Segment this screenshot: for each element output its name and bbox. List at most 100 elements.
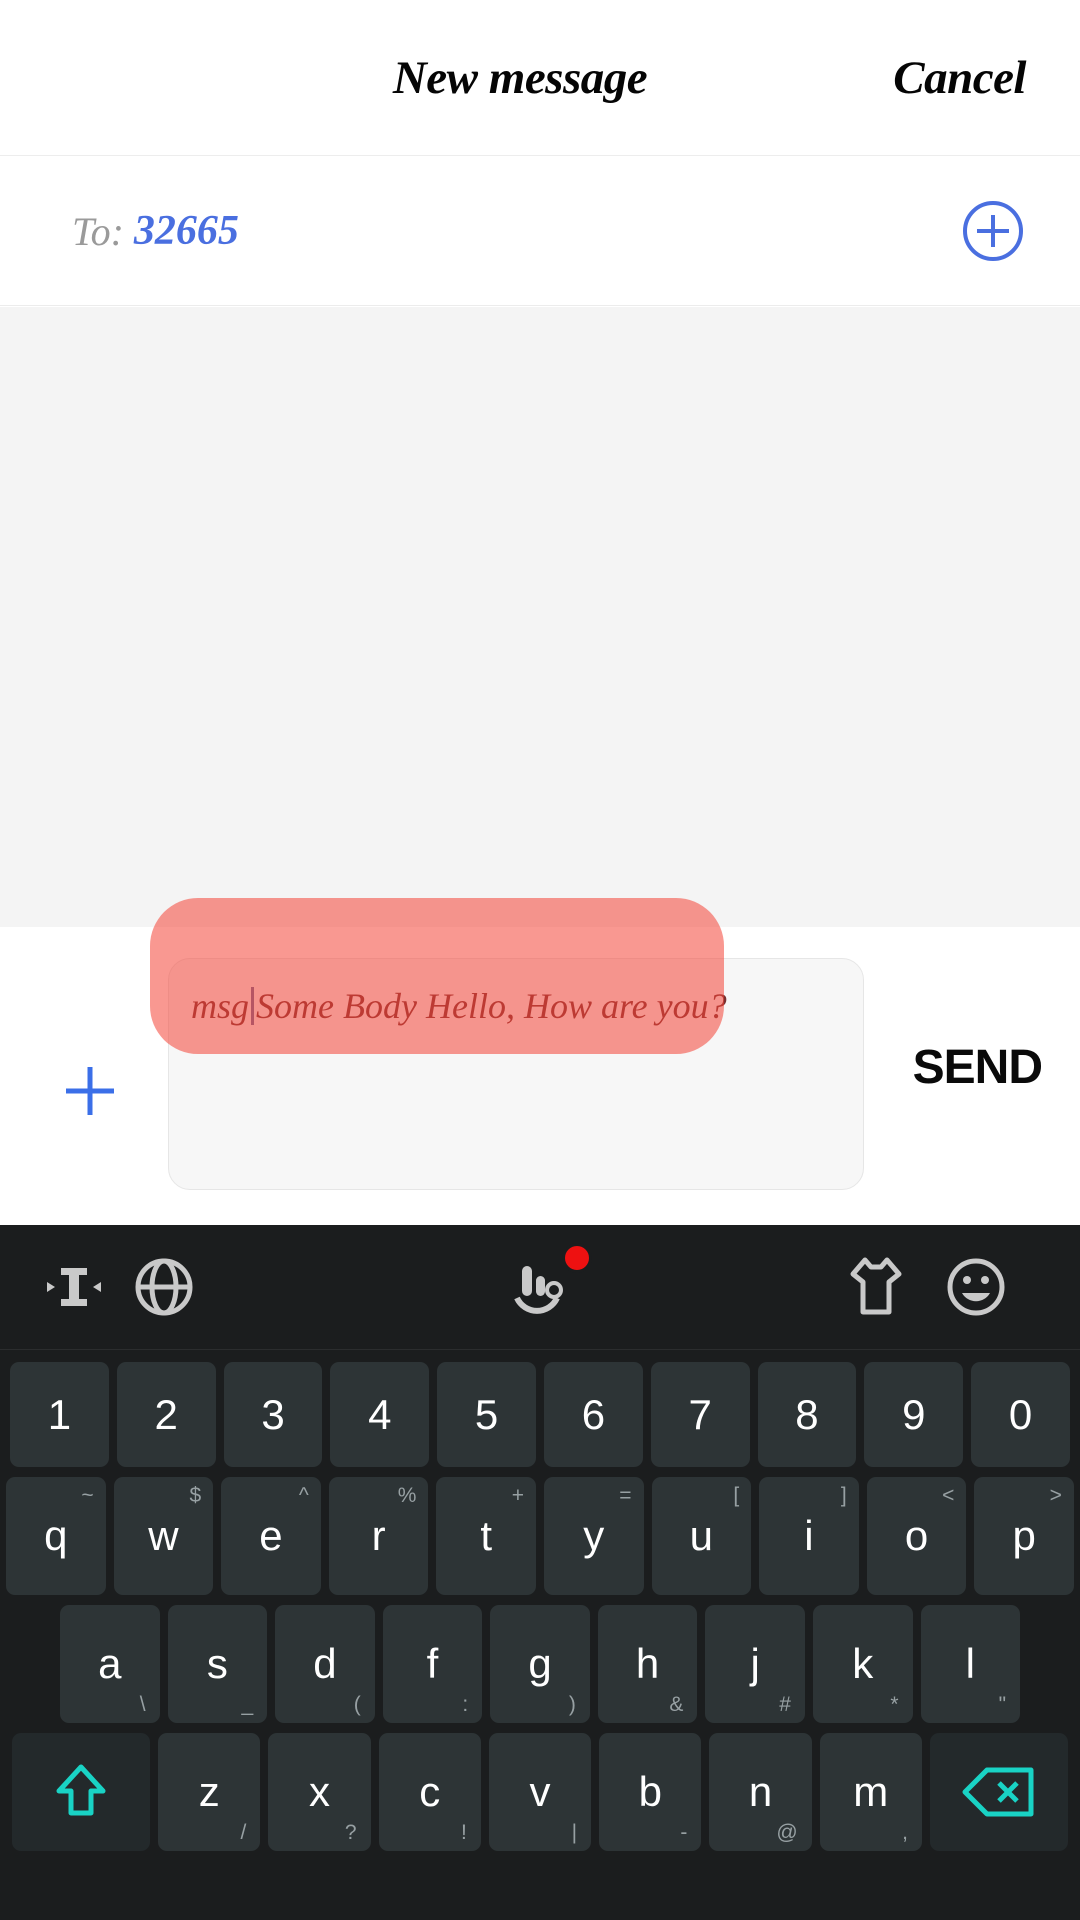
cursor-move-icon[interactable] — [36, 1249, 112, 1325]
send-button[interactable]: SEND — [913, 1040, 1043, 1095]
key-n[interactable]: n @ — [709, 1733, 812, 1851]
key-m[interactable]: m, — [819, 1733, 922, 1851]
key-secondary-label: ) — [568, 1693, 576, 1716]
key-label: s — [206, 1640, 228, 1687]
key-d[interactable]: d( — [275, 1605, 375, 1723]
key-secondary-label: % — [397, 1484, 417, 1507]
key-secondary-label: | — [571, 1821, 578, 1844]
key-label: n — [748, 1768, 773, 1815]
plus-icon[interactable] — [56, 1057, 124, 1125]
key-o[interactable]: o < — [866, 1477, 967, 1595]
key-6[interactable]: 6 — [543, 1362, 643, 1467]
key-label: v — [529, 1768, 551, 1815]
key-x[interactable]: x? — [268, 1733, 371, 1851]
key-label: a — [98, 1640, 122, 1687]
key-5[interactable]: 5 — [437, 1362, 536, 1467]
key-1[interactable]: 1 — [10, 1362, 109, 1467]
cancel-button[interactable]: Cancel — [893, 0, 1026, 155]
key-label: 4 — [368, 1390, 392, 1438]
key-i[interactable]: i] — [759, 1477, 859, 1595]
notification-badge — [562, 1243, 592, 1273]
recipient-row: To: 32665 — [0, 156, 1080, 306]
keyboard-row-numbers: 1 2 3 4 5 6 7 8 9 0 — [0, 1362, 1080, 1467]
key-e[interactable]: e ^ — [221, 1477, 321, 1595]
key-label: 7 — [688, 1390, 712, 1438]
key-a[interactable]: a \ — [60, 1605, 160, 1723]
key-label: m — [853, 1768, 889, 1815]
shift-arrow-icon[interactable] — [12, 1733, 151, 1851]
key-secondary-label: ? — [344, 1821, 357, 1844]
key-label: j — [750, 1640, 760, 1687]
key-secondary-label: * — [890, 1693, 899, 1716]
key-secondary-label: ^ — [298, 1484, 309, 1507]
emoji-icon[interactable] — [938, 1249, 1014, 1325]
key-secondary-label: ( — [353, 1693, 361, 1716]
key-label: 2 — [154, 1390, 178, 1438]
to-label: To: — [72, 208, 124, 254]
key-4[interactable]: 4 — [330, 1362, 430, 1467]
key-label: b — [638, 1768, 662, 1815]
key-r[interactable]: r% — [328, 1477, 429, 1595]
key-label: o — [904, 1512, 929, 1559]
keyboard-row-top: q ~ w $ e ^ r% t + y = u[i] o < p > — [0, 1477, 1080, 1595]
key-z[interactable]: z / — [158, 1733, 261, 1851]
key-3[interactable]: 3 — [223, 1362, 323, 1467]
message-input-text: msg Some Body Hello, How are you? — [191, 985, 841, 1027]
recipient-input[interactable]: To: 32665 — [72, 156, 239, 306]
key-label: l — [965, 1640, 975, 1687]
key-label: r — [371, 1512, 386, 1559]
message-value: Some Body Hello, How are you? — [256, 986, 727, 1026]
globe-icon[interactable] — [126, 1249, 202, 1325]
backspace-icon[interactable] — [929, 1733, 1068, 1851]
virtual-keyboard: 1234567890 q ~ w $ e ^ r% t + y = u[i] o < p > a \ s _ d(f:… — [0, 1225, 1080, 1920]
key-label: d — [313, 1640, 337, 1687]
key-label: 9 — [902, 1390, 926, 1438]
key-g[interactable]: g) — [490, 1605, 590, 1723]
message-input[interactable]: msg Some Body Hello, How are you? — [168, 958, 864, 1190]
key-secondary-label: ] — [840, 1484, 847, 1507]
key-7[interactable]: 7 — [650, 1362, 750, 1467]
key-secondary-label: _ — [241, 1693, 254, 1716]
key-2[interactable]: 2 — [116, 1362, 216, 1467]
key-v[interactable]: v | — [488, 1733, 592, 1851]
key-s[interactable]: s _ — [167, 1605, 268, 1723]
key-secondary-label: @ — [776, 1821, 798, 1844]
key-label: y — [583, 1512, 605, 1559]
key-j[interactable]: j # — [705, 1605, 805, 1723]
key-c[interactable]: c! — [378, 1733, 481, 1851]
key-k[interactable]: k * — [812, 1605, 913, 1723]
key-l[interactable]: l " — [920, 1605, 1021, 1723]
key-w[interactable]: w $ — [113, 1477, 214, 1595]
key-label: x — [308, 1768, 330, 1815]
keyboard-rows: 1234567890 q ~ w $ e ^ r% t + y = u[i] o < p > a \ s _ d(f:… — [0, 1350, 1080, 1851]
key-t[interactable]: t + — [436, 1477, 536, 1595]
theme-shirt-icon[interactable] — [838, 1249, 914, 1325]
gesture-hand-icon[interactable] — [500, 1243, 592, 1325]
recipient-value: 32665 — [133, 208, 239, 254]
key-y[interactable]: y = — [543, 1477, 644, 1595]
key-h[interactable]: h & — [597, 1605, 698, 1723]
key-b[interactable]: b- — [599, 1733, 702, 1851]
key-secondary-label: = — [619, 1484, 632, 1507]
key-u[interactable]: u[ — [651, 1477, 752, 1595]
key-label: h — [635, 1640, 660, 1687]
key-secondary-label: / — [240, 1821, 247, 1844]
key-label: w — [148, 1512, 179, 1559]
plus-circle-icon[interactable] — [962, 200, 1024, 262]
key-p[interactable]: p > — [974, 1477, 1074, 1595]
key-f[interactable]: f: — [382, 1605, 483, 1723]
key-secondary-label: $ — [189, 1484, 202, 1507]
key-label: 3 — [261, 1390, 285, 1438]
key-8[interactable]: 8 — [757, 1362, 857, 1467]
key-q[interactable]: q ~ — [6, 1477, 106, 1595]
key-label: k — [852, 1640, 874, 1687]
key-9[interactable]: 9 — [864, 1362, 964, 1467]
key-secondary-label: # — [779, 1693, 791, 1716]
key-secondary-label: > — [1049, 1484, 1062, 1507]
key-label: p — [1012, 1512, 1036, 1559]
app-header: New message Cancel — [0, 0, 1080, 156]
key-0[interactable]: 0 — [971, 1362, 1070, 1467]
key-secondary-label: " — [998, 1693, 1007, 1716]
key-label: z — [198, 1768, 220, 1815]
message-prefix: msg — [191, 986, 250, 1026]
